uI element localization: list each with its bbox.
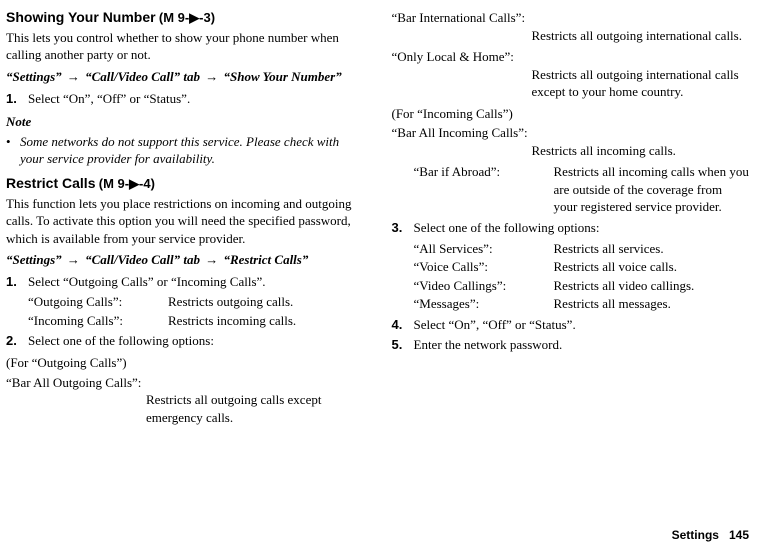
step-number: 2. — [6, 332, 28, 350]
option-list: “Outgoing Calls”: Restricts outgoing cal… — [28, 293, 364, 329]
section-showing-number: Showing Your Number (M 9-▶-3) This lets … — [6, 8, 364, 168]
option-label: “Bar All Incoming Calls”: — [392, 124, 750, 142]
option-label: “Bar All Outgoing Calls”: — [6, 374, 364, 392]
heading-restrict-calls: Restrict Calls — [6, 175, 95, 191]
arrow-icon: → — [65, 252, 82, 267]
option-value: Restricts outgoing calls. — [168, 293, 364, 311]
arrow-icon: → — [203, 252, 220, 267]
option-label: “Outgoing Calls”: — [28, 293, 168, 311]
option-value: Restricts incoming calls. — [168, 312, 364, 330]
step-text: Select “On”, “Off” or “Status”. — [414, 316, 750, 334]
step-number: 4. — [392, 316, 414, 334]
option-list: “All Services”: Restricts all services. … — [414, 240, 750, 313]
option-value: Restricts all voice calls. — [554, 258, 750, 276]
menu-tag-1: (M 9-▶-3) — [159, 10, 215, 25]
step-number: 3. — [392, 219, 414, 237]
step-5: 5. Enter the network password. — [392, 336, 750, 354]
step-3: 3. Select one of the following options: — [392, 219, 750, 237]
step-text: Select one of the following options: — [28, 332, 364, 350]
option-row: “Messages”: Restricts all messages. — [414, 295, 750, 313]
arrow-icon: → — [203, 69, 220, 84]
option-row: “Voice Calls”: Restricts all voice calls… — [414, 258, 750, 276]
group-incoming: (For “Incoming Calls”) — [392, 105, 750, 123]
option-label: “All Services”: — [414, 240, 554, 258]
note-text: Some networks do not support this servic… — [20, 133, 364, 168]
step-text: Select one of the following options: — [414, 219, 750, 237]
step-2-2: 2. Select one of the following options: — [6, 332, 364, 350]
step-text: Select “Outgoing Calls” or “Incoming Cal… — [28, 273, 364, 291]
step-number: 1. — [6, 90, 28, 108]
path-seg: “Call/Video Call” tab — [85, 69, 200, 84]
path-seg: “Settings” — [6, 252, 62, 267]
path-seg: “Restrict Calls” — [223, 252, 308, 267]
step-number: 5. — [392, 336, 414, 354]
path-seg: “Settings” — [6, 69, 62, 84]
desc-restrict-calls: This function lets you place restriction… — [6, 195, 364, 248]
option-value: Restricts all video callings. — [554, 277, 750, 295]
option-value: Restricts all incoming calls when you ar… — [554, 163, 750, 216]
page: Showing Your Number (M 9-▶-3) This lets … — [0, 0, 767, 430]
bullet-icon: • — [6, 133, 20, 168]
option-label: “Only Local & Home”: — [392, 48, 750, 66]
stacked-option: “Bar All Incoming Calls”: Restricts all … — [392, 124, 750, 159]
group-outgoing: (For “Outgoing Calls”) — [6, 354, 364, 372]
option-row: “Incoming Calls”: Restricts incoming cal… — [28, 312, 364, 330]
path-seg: “Show Your Number” — [223, 69, 341, 84]
note-heading: Note — [6, 113, 364, 131]
option-label: “Video Callings”: — [414, 277, 554, 295]
option-label: “Bar International Calls”: — [392, 9, 750, 27]
step-4: 4. Select “On”, “Off” or “Status”. — [392, 316, 750, 334]
option-row: “Bar if Abroad”: Restricts all incoming … — [414, 163, 750, 216]
page-footer: Settings 145 — [672, 527, 749, 543]
option-row: “Outgoing Calls”: Restricts outgoing cal… — [28, 293, 364, 311]
step-text: Enter the network password. — [414, 336, 750, 354]
step-2-1: 1. Select “Outgoing Calls” or “Incoming … — [6, 273, 364, 291]
step-text: Select “On”, “Off” or “Status”. — [28, 90, 364, 108]
nav-path-2: “Settings” → “Call/Video Call” tab → “Re… — [6, 251, 364, 269]
path-seg: “Call/Video Call” tab — [85, 252, 200, 267]
option-list: “Bar if Abroad”: Restricts all incoming … — [414, 163, 750, 216]
option-label: “Incoming Calls”: — [28, 312, 168, 330]
option-value: Restricts all outgoing calls except emer… — [146, 391, 364, 426]
stacked-option: “Only Local & Home”: Restricts all outgo… — [392, 48, 750, 101]
step-1-1: 1. Select “On”, “Off” or “Status”. — [6, 90, 364, 108]
left-column: Showing Your Number (M 9-▶-3) This lets … — [0, 8, 364, 430]
option-value: Restricts all incoming calls. — [532, 142, 750, 160]
option-value: Restricts all outgoing international cal… — [532, 66, 750, 101]
option-label: “Voice Calls”: — [414, 258, 554, 276]
stacked-option: “Bar International Calls”: Restricts all… — [392, 9, 750, 44]
right-column: “Bar International Calls”: Restricts all… — [392, 8, 750, 430]
option-value: Restricts all messages. — [554, 295, 750, 313]
step-number: 1. — [6, 273, 28, 291]
stacked-option: “Bar All Outgoing Calls”: Restricts all … — [6, 374, 364, 427]
menu-tag-2: (M 9-▶-4) — [99, 176, 155, 191]
desc-showing-number: This lets you control whether to show yo… — [6, 29, 364, 64]
option-value: Restricts all services. — [554, 240, 750, 258]
nav-path-1: “Settings” → “Call/Video Call” tab → “Sh… — [6, 68, 364, 86]
note-item: • Some networks do not support this serv… — [6, 133, 364, 168]
section-restrict-calls: Restrict Calls (M 9-▶-4) This function l… — [6, 174, 364, 426]
arrow-icon: → — [65, 69, 82, 84]
option-row: “Video Callings”: Restricts all video ca… — [414, 277, 750, 295]
option-label: “Messages”: — [414, 295, 554, 313]
heading-showing-number: Showing Your Number — [6, 9, 156, 25]
option-label: “Bar if Abroad”: — [414, 163, 554, 216]
option-row: “All Services”: Restricts all services. — [414, 240, 750, 258]
option-value: Restricts all outgoing international cal… — [532, 27, 750, 45]
